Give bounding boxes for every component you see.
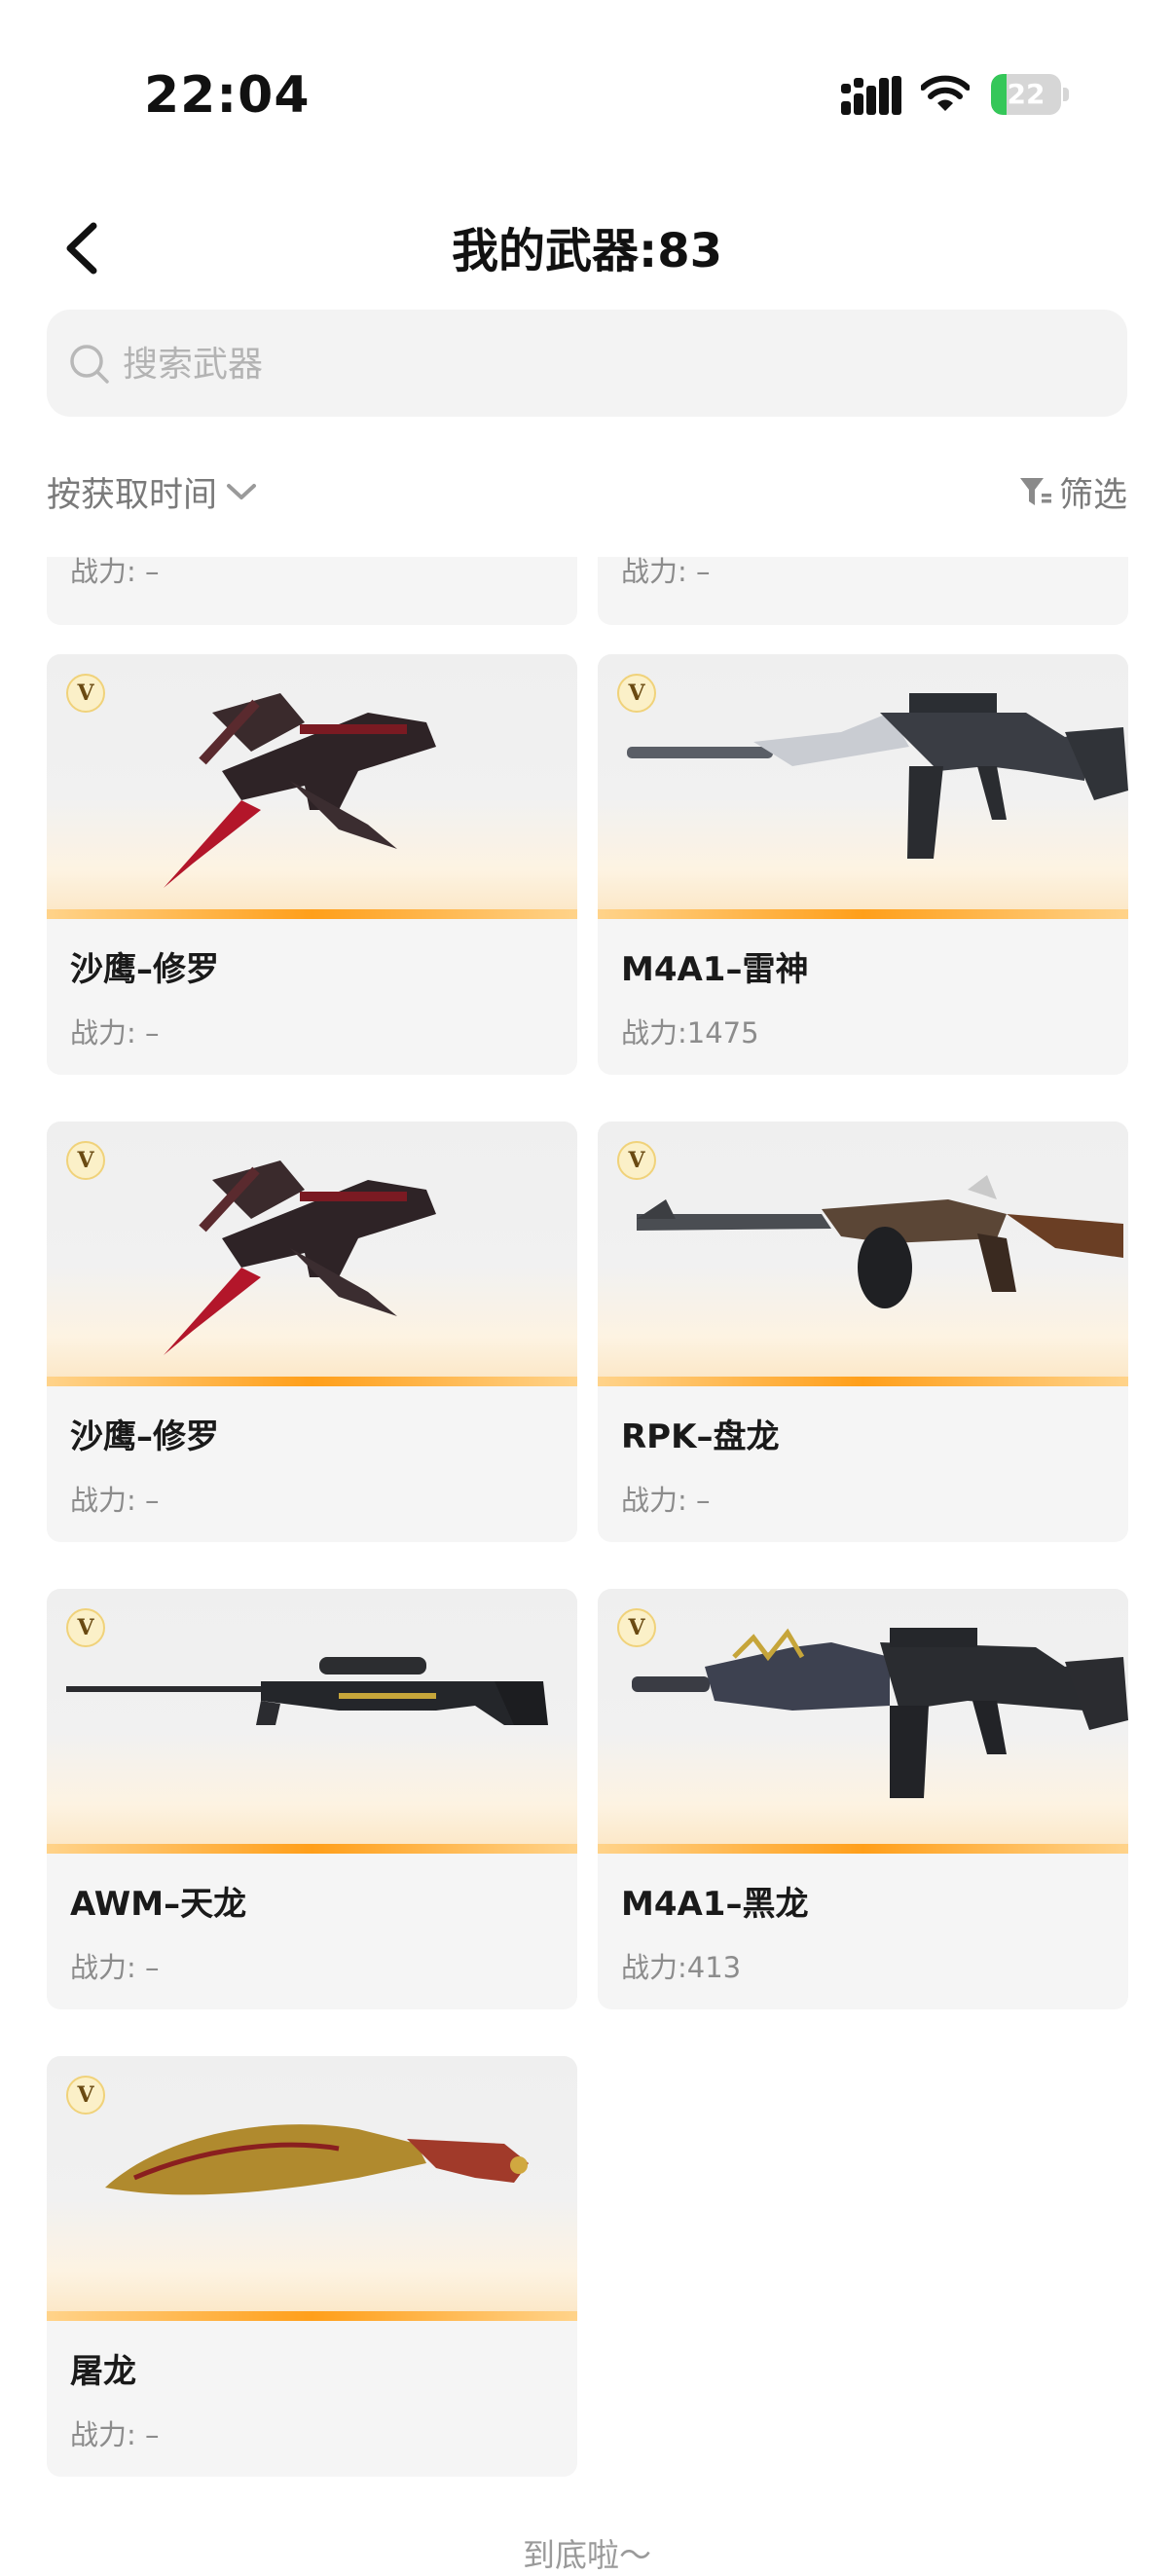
wifi-icon <box>921 75 970 111</box>
sort-label: 按获取时间 <box>47 475 218 515</box>
weapon-power: 战力: – <box>70 1016 160 1049</box>
rarity-bar <box>47 1377 577 1386</box>
weapon-art <box>637 1175 1123 1308</box>
weapon-image: V <box>598 654 1128 917</box>
rarity-bar <box>598 1844 1128 1854</box>
weapon-art <box>66 1657 548 1725</box>
v-badge: V <box>66 2076 105 2115</box>
weapon-card[interactable]: V 沙鹰–修罗 战力: – <box>47 1122 577 1542</box>
weapon-card[interactable]: V RPK–盘龙 战力: – <box>598 1122 1128 1542</box>
weapon-art <box>632 1628 1128 1798</box>
weapon-list[interactable]: 战力: – 战力: – V 沙鹰–修罗 战力: – V M4A1–雷神 战力:1… <box>0 557 1174 2553</box>
battery-level: 22 <box>1007 78 1046 110</box>
page-title: 我的武器:83 <box>452 224 722 278</box>
rarity-bar <box>47 2311 577 2321</box>
v-badge: V <box>66 1608 105 1647</box>
filter-button[interactable]: 筛选 <box>1018 467 1127 516</box>
weapon-power: 战力: – <box>70 2418 160 2451</box>
weapon-power: 战力:413 <box>621 1951 742 1984</box>
status-bar: 22:04 22 <box>0 0 1174 185</box>
weapon-card[interactable]: V AWM–天龙 战力: – <box>47 1589 577 2009</box>
weapon-name: 沙鹰–修罗 <box>70 1417 219 1456</box>
status-time: 22:04 <box>144 66 311 125</box>
weapon-image: V <box>598 1122 1128 1384</box>
card-power: 战力: – <box>621 557 711 588</box>
filter-icon <box>1019 478 1051 505</box>
weapon-power: 战力: – <box>70 1484 160 1517</box>
search-box[interactable] <box>47 310 1127 419</box>
weapon-name: M4A1–雷神 <box>621 950 809 989</box>
rarity-bar <box>47 909 577 919</box>
v-badge: V <box>66 1141 105 1180</box>
weapon-name: RPK–盘龙 <box>621 1417 780 1456</box>
search-icon <box>70 345 109 384</box>
rarity-bar <box>598 1377 1128 1386</box>
list-item[interactable]: 战力: – <box>598 557 1128 625</box>
weapon-image: V <box>47 2056 577 2319</box>
rarity-bar <box>598 909 1128 919</box>
weapon-card[interactable]: V 沙鹰–修罗 战力: – <box>47 654 577 1075</box>
weapon-power: 战力: – <box>621 1484 711 1517</box>
weapon-name: 屠龙 <box>70 2352 136 2391</box>
battery-icon: 22 <box>991 74 1069 115</box>
weapon-image: V <box>598 1589 1128 1852</box>
weapon-name: AWM–天龙 <box>70 1885 247 1924</box>
v-badge: V <box>617 1608 656 1647</box>
weapon-art <box>164 693 436 888</box>
list-end-text: 到底啦～ <box>523 2536 651 2574</box>
weapon-art <box>164 1160 436 1355</box>
weapon-image: V <box>47 654 577 917</box>
weapon-card[interactable]: V M4A1–黑龙 战力:413 <box>598 1589 1128 2009</box>
sort-dropdown[interactable]: 按获取时间 <box>47 467 258 516</box>
weapon-image: V <box>47 1122 577 1384</box>
filter-label: 筛选 <box>1058 475 1127 515</box>
search-input[interactable] <box>121 310 1001 419</box>
weapon-power: 战力:1475 <box>621 1016 759 1049</box>
weapon-card[interactable]: V M4A1–雷神 战力:1475 <box>598 654 1128 1075</box>
rarity-bar <box>47 1844 577 1854</box>
weapon-image: V <box>47 1589 577 1852</box>
list-item[interactable]: 战力: – <box>47 557 577 625</box>
weapon-card[interactable]: V 屠龙 战力: – <box>47 2056 577 2477</box>
weapon-name: M4A1–黑龙 <box>621 1885 809 1924</box>
weapon-art <box>627 693 1128 859</box>
card-power: 战力: – <box>70 557 160 588</box>
v-badge: V <box>617 674 656 713</box>
chevron-down-icon <box>227 484 257 499</box>
signal-icon <box>841 76 901 115</box>
weapon-power: 战力: – <box>70 1951 160 1984</box>
v-badge: V <box>66 674 105 713</box>
weapon-name: 沙鹰–修罗 <box>70 950 219 989</box>
weapon-art <box>105 2124 529 2195</box>
v-badge: V <box>617 1141 656 1180</box>
